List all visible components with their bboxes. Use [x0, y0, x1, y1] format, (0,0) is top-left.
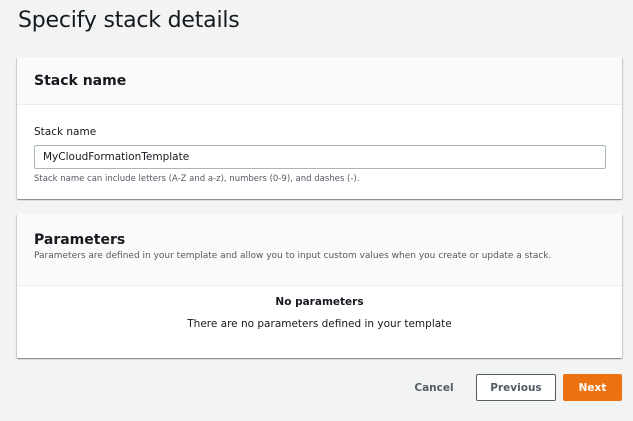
- next-button[interactable]: Next: [563, 374, 622, 401]
- page-title: Specify stack details: [18, 8, 240, 33]
- stack-name-panel-body: Stack name Stack name can include letter…: [17, 105, 622, 184]
- parameters-panel-header: Parameters Parameters are defined in you…: [17, 214, 622, 286]
- stack-name-hint: Stack name can include letters (A-Z and …: [34, 174, 360, 184]
- parameters-panel-description: Parameters are defined in your template …: [34, 251, 552, 261]
- stack-name-input[interactable]: [34, 145, 606, 169]
- parameters-panel-body: No parameters There are no parameters de…: [17, 286, 622, 330]
- no-parameters-description: There are no parameters defined in your …: [187, 318, 452, 330]
- no-parameters-title: No parameters: [275, 296, 364, 308]
- stack-name-panel: Stack name Stack name Stack name can inc…: [17, 57, 622, 199]
- cancel-button[interactable]: Cancel: [404, 374, 464, 401]
- previous-button[interactable]: Previous: [476, 374, 556, 401]
- stack-name-panel-header: Stack name: [17, 57, 622, 105]
- parameters-panel: Parameters Parameters are defined in you…: [17, 214, 622, 358]
- parameters-panel-title: Parameters: [34, 232, 126, 248]
- stack-name-label: Stack name: [34, 126, 97, 138]
- stack-name-panel-title: Stack name: [34, 72, 127, 89]
